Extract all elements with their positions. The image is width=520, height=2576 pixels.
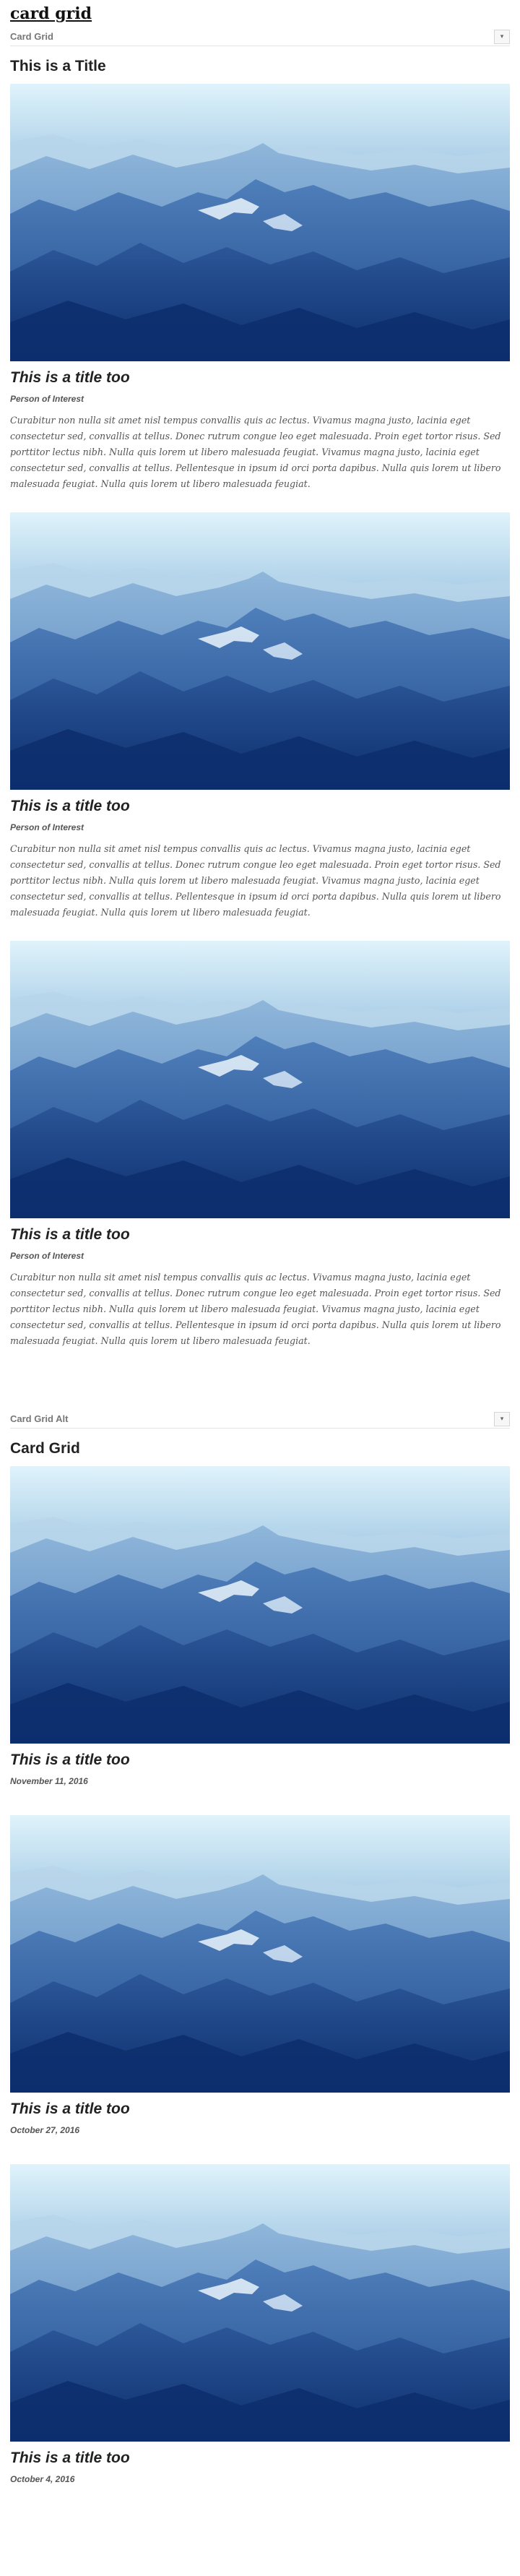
mountain-image [10, 941, 510, 1218]
mountain-image [10, 2164, 510, 2442]
collapse-toggle-button[interactable]: ▾ [494, 1411, 510, 1426]
card: This is a title too October 4, 2016 [10, 2164, 510, 2484]
card-title[interactable]: This is a title too [10, 1752, 510, 1769]
card: This is a title too November 11, 2016 [10, 1466, 510, 1786]
card-meta: Person of Interest [10, 1251, 84, 1261]
card-date: October 4, 2016 [10, 2474, 75, 2484]
card: This is a title too Person of Interest C… [10, 941, 510, 1349]
card-grid: This is a title too Person of Interest C… [10, 84, 510, 1349]
card-meta: Person of Interest [10, 394, 84, 404]
grid-title: Card Grid [10, 1440, 80, 1457]
card-meta: Person of Interest [10, 822, 84, 832]
mountain-image [10, 84, 510, 361]
mountain-image [10, 512, 510, 790]
chevron-down-icon: ▾ [500, 33, 504, 40]
card-body-text: Curabitur non nulla sit amet nisl tempus… [10, 843, 501, 918]
section-label: Card Grid Alt [10, 1413, 69, 1424]
card-title[interactable]: This is a title too [10, 369, 510, 387]
grid-title: This is a Title [10, 58, 106, 74]
card-grid-alt: This is a title too November 11, 2016 Th… [10, 1466, 510, 2484]
section-label: Card Grid [10, 31, 53, 42]
card-body-text: Curabitur non nulla sit amet nisl tempus… [10, 415, 501, 489]
card-title[interactable]: This is a title too [10, 1226, 510, 1244]
chevron-down-icon: ▾ [500, 1415, 504, 1422]
card-body-text: Curabitur non nulla sit amet nisl tempus… [10, 1272, 501, 1346]
mountain-image [10, 1815, 510, 2093]
card: This is a title too October 27, 2016 [10, 1815, 510, 2135]
section-header-card-grid: Card Grid ▾ [10, 27, 510, 46]
card-title[interactable]: This is a title too [10, 798, 510, 815]
mountain-image [10, 1466, 510, 1744]
collapse-toggle-button[interactable]: ▾ [494, 29, 510, 44]
card: This is a title too Person of Interest C… [10, 84, 510, 492]
card-date: November 11, 2016 [10, 1776, 88, 1786]
card-title[interactable]: This is a title too [10, 2101, 510, 2118]
card-title[interactable]: This is a title too [10, 2450, 510, 2467]
section-header-card-grid-alt: Card Grid Alt ▾ [10, 1410, 510, 1429]
card-date: October 27, 2016 [10, 2125, 80, 2135]
page-title: card grid [10, 4, 92, 23]
card: This is a title too Person of Interest C… [10, 512, 510, 921]
